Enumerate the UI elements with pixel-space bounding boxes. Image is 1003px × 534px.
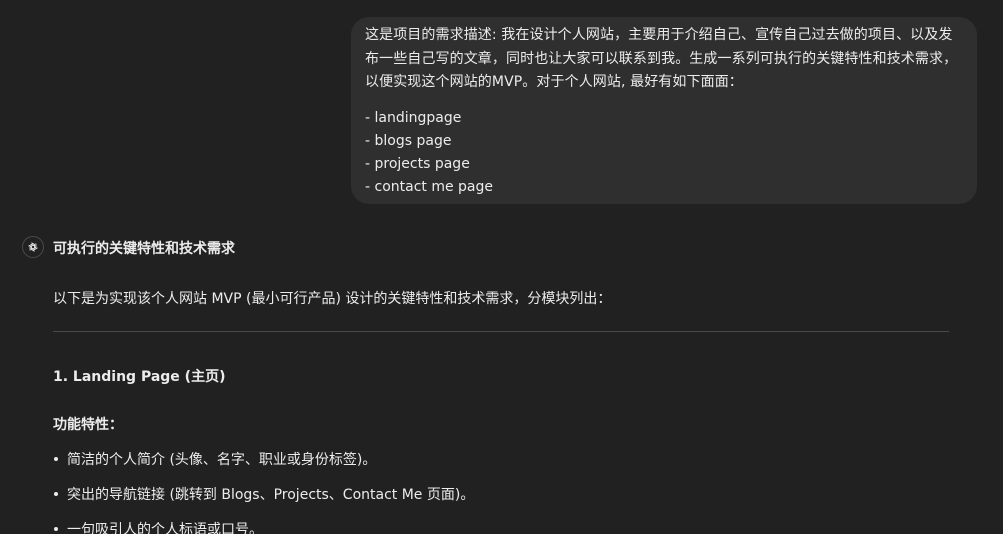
list-item: 一句吸引人的个人标语或口号。	[53, 519, 263, 534]
user-message-list-item: - contact me page	[365, 179, 494, 196]
user-message-list-item: - blogs page	[365, 132, 452, 149]
list-item-text: 突出的导航链接 (跳转到 Blogs、Projects、Contact Me 页…	[67, 487, 475, 503]
bullet-icon	[54, 457, 58, 461]
bullet-icon	[54, 527, 58, 531]
openai-logo-icon	[22, 236, 44, 258]
assistant-intro: 以下是为实现该个人网站 MVP (最小可行产品) 设计的关键特性和技术需求，分模…	[53, 291, 612, 307]
subsection-title: 功能特性：	[53, 417, 123, 433]
list-item-text: 一句吸引人的个人标语或口号。	[67, 522, 263, 534]
divider	[53, 331, 949, 332]
user-message-list-item: - projects page	[365, 156, 470, 173]
list-item-text: 简洁的个人简介 (头像、名字、职业或身份标签)。	[67, 452, 377, 468]
user-message-line: 布一些自己写的文章，同时也让大家可以联系到我。生成一系列可执行的关键特性和技术需…	[365, 50, 958, 67]
user-message-list-item: - landingpage	[365, 109, 462, 126]
user-message-bubble: 这是项目的需求描述: 我在设计个人网站，主要用于介绍自己、宣传自己过去做的项目、…	[351, 17, 977, 204]
assistant-heading: 可执行的关键特性和技术需求	[53, 241, 235, 257]
list-item: 突出的导航链接 (跳转到 Blogs、Projects、Contact Me 页…	[53, 484, 474, 504]
section-title: 1. Landing Page (主页)	[53, 369, 226, 385]
user-message-line: 以便实现这个网站的MVP。对于个人网站, 最好有如下面面：	[365, 74, 743, 90]
user-message-line: 这是项目的需求描述: 我在设计个人网站，主要用于介绍自己、宣传自己过去做的项目、…	[365, 27, 953, 43]
chat-conversation: 这是项目的需求描述: 我在设计个人网站，主要用于介绍自己、宣传自己过去做的项目、…	[0, 0, 1003, 534]
list-item: 简洁的个人简介 (头像、名字、职业或身份标签)。	[53, 449, 376, 469]
user-message-list: - landingpage - blogs page - projects pa…	[365, 107, 963, 200]
bullet-icon	[54, 492, 58, 496]
